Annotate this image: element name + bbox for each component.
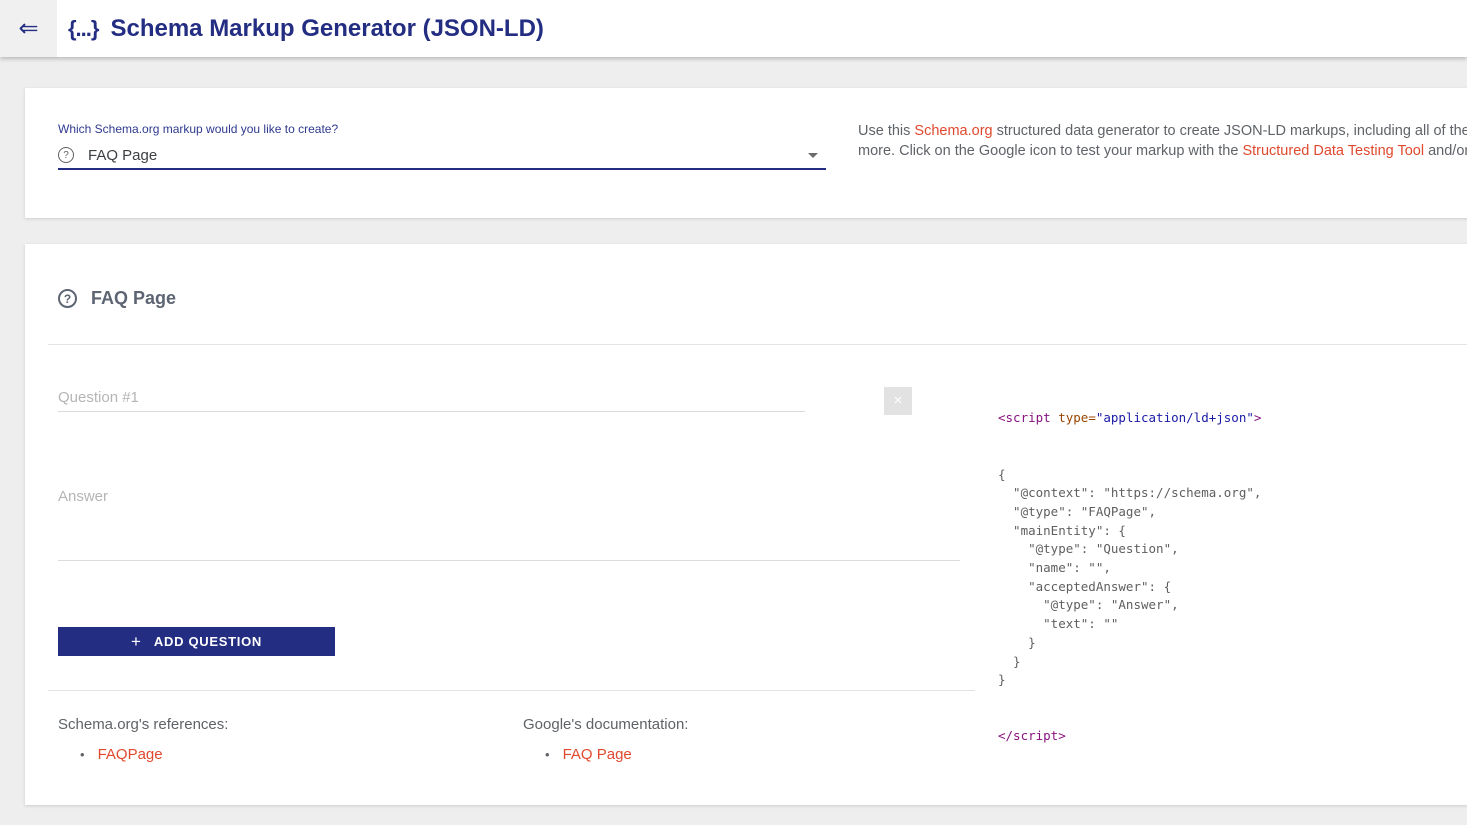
code-open-tag-line: <script type="application/ld+json">: [998, 409, 1261, 428]
answer-textarea[interactable]: [58, 480, 960, 561]
bullet-icon: •: [545, 747, 550, 762]
selected-markup-value: FAQ Page: [88, 147, 157, 164]
collapse-sidebar-button[interactable]: ⇐: [0, 0, 57, 57]
code-close-tag-line: </script>: [998, 727, 1261, 746]
chevron-down-icon: [808, 153, 818, 158]
plus-icon: +: [131, 632, 141, 652]
add-question-label: ADD QUESTION: [154, 634, 262, 649]
faqpage-schema-link[interactable]: FAQPage: [98, 746, 163, 763]
remove-question-button[interactable]: ×: [884, 387, 912, 415]
intro-text-segment: structured data generator to create JSON…: [993, 123, 1467, 139]
question-input[interactable]: [58, 384, 805, 412]
code-token: <script: [998, 410, 1051, 425]
divider: [48, 344, 1467, 345]
intro-text-segment: Use this: [858, 123, 914, 139]
intro-text: Use this Schema.org structured data gene…: [858, 121, 1467, 161]
intro-text-segment: more. Click on the Google icon to test y…: [858, 143, 1242, 159]
add-question-button[interactable]: + ADD QUESTION: [58, 627, 335, 656]
faq-card-title: FAQ Page: [91, 288, 176, 309]
schema-reference-item: • FAQPage: [80, 746, 163, 763]
markup-select-label: Which Schema.org markup would you like t…: [58, 122, 338, 136]
code-token: >: [1254, 410, 1262, 425]
intro-text-segment: and/or the Rich Results Test.: [1424, 143, 1467, 159]
code-token: "application/ld+json": [1096, 410, 1254, 425]
help-icon: ?: [58, 289, 77, 308]
app-header: ⇐ {...} Schema Markup Generator (JSON-LD…: [0, 0, 1467, 57]
faqpage-google-link[interactable]: FAQ Page: [563, 746, 632, 763]
markup-selector-card: Which Schema.org markup would you like t…: [25, 88, 1467, 218]
bullet-icon: •: [80, 747, 85, 762]
close-icon: ×: [894, 392, 903, 409]
json-braces-icon: {...}: [68, 16, 98, 42]
brand-row: {...} Schema Markup Generator (JSON-LD): [68, 0, 544, 57]
help-icon: ?: [58, 147, 74, 163]
code-token: type=: [1051, 410, 1096, 425]
google-documentation-heading: Google's documentation:: [523, 716, 688, 733]
faq-card-header: ? FAQ Page: [58, 288, 176, 309]
jsonld-code-output: <script type="application/ld+json"> { "@…: [998, 372, 1261, 783]
intro-line-1: Use this Schema.org structured data gene…: [858, 121, 1467, 141]
structured-data-testing-tool-link[interactable]: Structured Data Testing Tool: [1242, 143, 1424, 159]
faq-generator-card: ? FAQ Page × + ADD QUESTION Schema.org's…: [25, 244, 1467, 805]
app-window: ⇐ {...} Schema Markup Generator (JSON-LD…: [0, 0, 1467, 825]
schema-references-heading: Schema.org's references:: [58, 716, 228, 733]
intro-line-2: more. Click on the Google icon to test y…: [858, 141, 1467, 161]
page-title: Schema Markup Generator (JSON-LD): [110, 15, 543, 43]
google-reference-item: • FAQ Page: [545, 746, 632, 763]
divider: [48, 690, 975, 691]
code-json-body: { "@context": "https://schema.org", "@ty…: [998, 466, 1261, 690]
markup-type-select[interactable]: ? FAQ Page: [58, 142, 826, 170]
collapse-arrow-icon: ⇐: [18, 17, 38, 41]
schema-org-link[interactable]: Schema.org: [914, 123, 992, 139]
